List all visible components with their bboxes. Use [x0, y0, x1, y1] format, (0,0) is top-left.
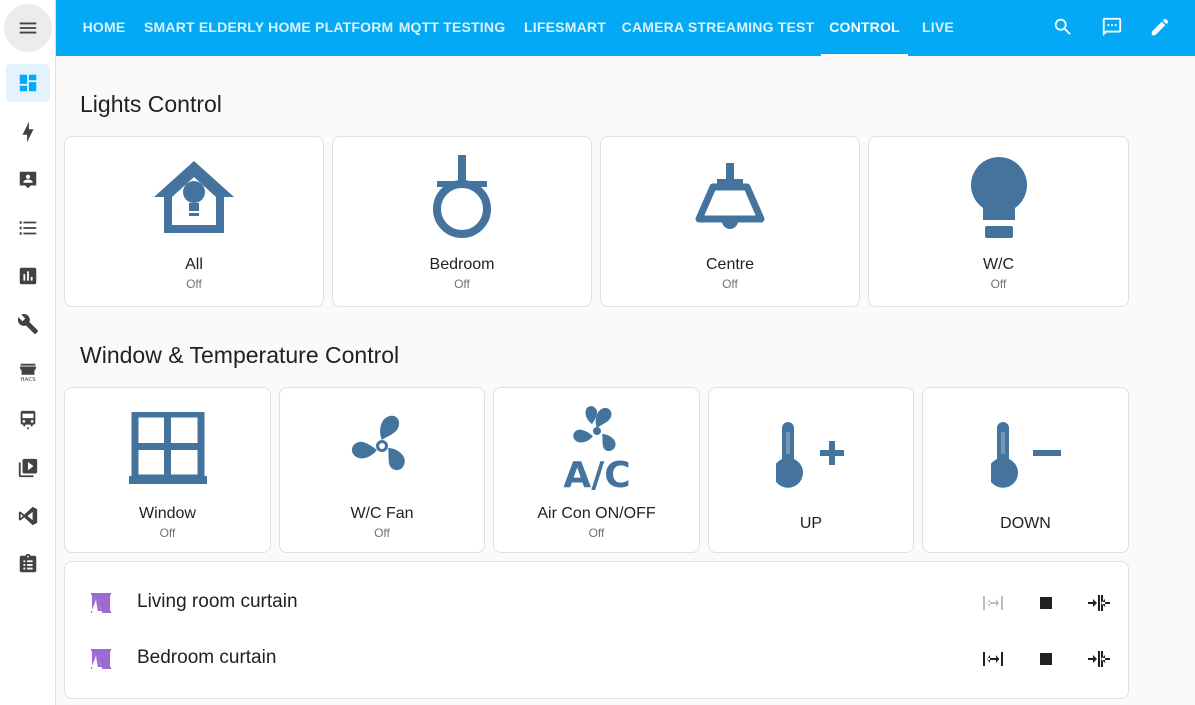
light-card-centre[interactable]: Centre Off	[600, 136, 860, 307]
arrow-collapse-horizontal-icon	[1088, 651, 1110, 667]
wrench-icon	[17, 314, 39, 335]
tab-control[interactable]: CONTROL	[821, 0, 908, 56]
account-box-icon	[19, 171, 37, 189]
air-conditioner-icon: A/C	[564, 404, 630, 490]
card-state: Off	[990, 277, 1007, 291]
arrow-collapse-horizontal-icon	[1088, 595, 1110, 611]
sidebar-item-hacs[interactable]: HACS	[6, 353, 50, 391]
curtains-icon	[91, 649, 111, 669]
sidebar-item-studio-code[interactable]	[6, 497, 50, 535]
light-card-all[interactable]: All Off	[64, 136, 324, 307]
card-name: UP	[799, 515, 823, 532]
sidebar: HACS	[0, 0, 56, 705]
tab-camera-streaming-test[interactable]: CAMERA STREAMING TEST	[620, 0, 816, 56]
curtain-name: Bedroom curtain	[137, 647, 277, 668]
tab-live[interactable]: LIVE	[916, 0, 960, 56]
chart-box-icon	[19, 267, 37, 285]
assist-button[interactable]	[1099, 14, 1125, 40]
ceiling-light-round-icon	[431, 155, 493, 241]
assist-chat-icon	[1102, 17, 1122, 37]
bus-icon	[20, 410, 36, 430]
card-state: Off	[374, 526, 390, 540]
sidebar-item-todo[interactable]	[6, 545, 50, 583]
control-card-air-con[interactable]: A/C Air Con ON/OFF Off	[493, 387, 700, 553]
curtain-row-bedroom[interactable]: Bedroom curtain	[65, 639, 1128, 679]
control-card-temp-down[interactable]: DOWN	[922, 387, 1129, 553]
stop-icon	[1040, 597, 1052, 609]
curtains-icon	[91, 593, 111, 613]
light-card-wc[interactable]: W/C Off	[868, 136, 1129, 307]
stop-curtain-button[interactable]	[1032, 645, 1060, 673]
format-list-icon	[19, 221, 37, 235]
sidebar-item-overview[interactable]	[6, 64, 50, 102]
ceiling-lamp-icon	[695, 163, 765, 233]
card-name: W/C Fan	[350, 505, 414, 522]
home-lightbulb-icon	[152, 159, 236, 235]
sidebar-item-history[interactable]	[6, 257, 50, 295]
card-name: DOWN	[1000, 515, 1051, 532]
control-card-wc-fan[interactable]: W/C Fan Off	[279, 387, 485, 553]
stop-icon	[1040, 653, 1052, 665]
card-name: W/C	[982, 256, 1015, 273]
card-name: All	[185, 256, 203, 273]
play-box-icon	[18, 458, 38, 478]
sidebar-item-transit[interactable]	[6, 401, 50, 439]
fan-icon	[346, 408, 418, 484]
thermometer-minus-icon	[990, 420, 1061, 492]
lightning-icon	[22, 121, 34, 143]
edit-pencil-icon	[1151, 18, 1169, 36]
tab-mqtt-testing[interactable]: MQTT TESTING	[392, 0, 512, 56]
card-state: Off	[159, 526, 176, 540]
dashboard-icon	[19, 74, 37, 92]
open-curtain-button[interactable]	[979, 589, 1007, 617]
top-app-bar: HOME SMART ELDERLY HOME PLATFORM MQTT TE…	[56, 0, 1195, 56]
arrow-expand-horizontal-icon	[983, 652, 1003, 666]
tab-lifesmart[interactable]: LIFESMART	[520, 0, 610, 56]
control-card-temp-up[interactable]: UP	[708, 387, 914, 553]
sidebar-item-people[interactable]	[6, 161, 50, 199]
card-name: Air Con ON/OFF	[537, 505, 656, 522]
svg-text:A/C: A/C	[564, 455, 630, 490]
close-curtain-button[interactable]	[1085, 645, 1113, 673]
tab-smart-elderly-home-platform[interactable]: SMART ELDERLY HOME PLATFORM	[144, 0, 393, 56]
control-card-window[interactable]: Window Off	[64, 387, 271, 553]
card-name: Window	[139, 505, 196, 522]
curtains-card: Living room curtain Bedroom curtain	[64, 561, 1129, 699]
arrow-expand-horizontal-icon	[983, 596, 1003, 610]
menu-icon	[19, 22, 37, 34]
lights-control-heading: Lights Control	[80, 91, 222, 117]
curtain-name: Living room curtain	[137, 591, 298, 612]
curtain-row-living-room[interactable]: Living room curtain	[65, 583, 1128, 623]
light-card-bedroom[interactable]: Bedroom Off	[332, 136, 592, 307]
tab-home[interactable]: HOME	[70, 0, 138, 56]
card-name: Bedroom	[429, 256, 495, 273]
stop-curtain-button[interactable]	[1032, 589, 1060, 617]
edit-dashboard-button[interactable]	[1147, 14, 1173, 40]
card-name: Centre	[705, 256, 755, 273]
search-button[interactable]	[1050, 14, 1076, 40]
svg-text:HACS: HACS	[20, 377, 36, 383]
open-curtain-button[interactable]	[979, 645, 1007, 673]
lightbulb-icon	[969, 155, 1029, 241]
clipboard-list-icon	[19, 553, 37, 573]
card-state: Off	[588, 526, 605, 540]
sidebar-item-logbook[interactable]	[6, 209, 50, 247]
sidebar-item-developer-tools[interactable]	[6, 305, 50, 343]
close-curtain-button[interactable]	[1085, 589, 1113, 617]
window-icon	[128, 412, 207, 486]
hacs-store-icon: HACS	[19, 363, 37, 383]
card-state: Off	[454, 277, 470, 291]
search-icon	[1054, 18, 1071, 35]
sidebar-item-media[interactable]	[6, 449, 50, 487]
sidebar-item-energy[interactable]	[6, 113, 50, 151]
window-temperature-heading: Window & Temperature Control	[80, 342, 400, 368]
menu-button[interactable]	[4, 4, 52, 52]
card-state: Off	[186, 277, 202, 291]
card-state: Off	[722, 277, 738, 291]
thermometer-plus-icon	[776, 420, 846, 492]
vscode-icon	[18, 506, 38, 526]
